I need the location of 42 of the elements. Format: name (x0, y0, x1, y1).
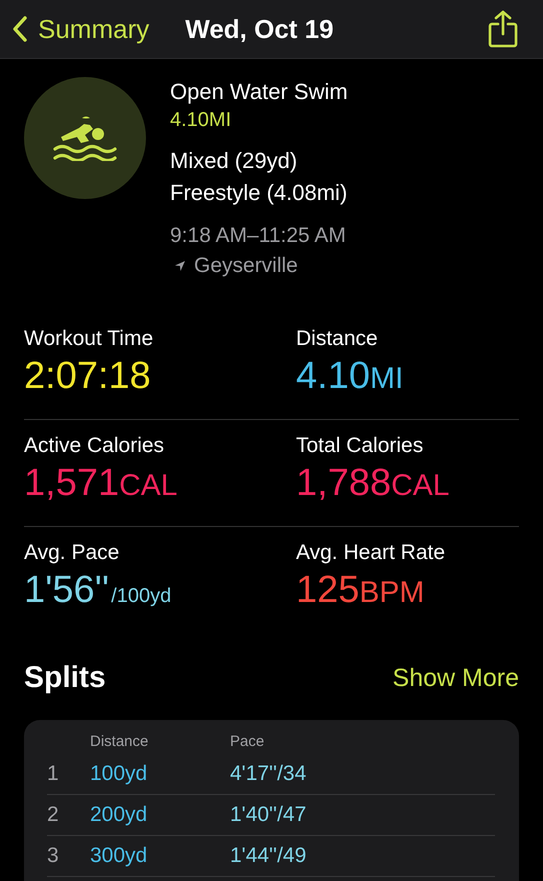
metric-label: Total Calories (296, 433, 424, 459)
metric-value: 2:07:18 (24, 354, 151, 399)
metric-unit: CAL (119, 469, 178, 503)
metric-unit: MI (370, 362, 404, 396)
back-chevron-icon (12, 15, 28, 43)
split-pace: 4'17''/34 (230, 762, 306, 786)
metric-label: Avg. Pace (24, 540, 120, 566)
split-number: 3 (47, 844, 60, 868)
workout-name: Open Water Swim (170, 78, 348, 106)
show-more-link[interactable]: Show More (392, 664, 519, 692)
column-header: Pace (230, 732, 264, 750)
split-pace: 1'40''/47 (230, 803, 306, 827)
back-button[interactable]: Summary (12, 14, 150, 44)
metric-label: Workout Time (24, 326, 154, 352)
share-icon[interactable] (487, 10, 519, 48)
stroke-detail: Freestyle (4.08mi) (170, 179, 348, 207)
metric-value: 125 (296, 568, 360, 613)
metric-unit: /100yd (111, 585, 172, 608)
metric-unit: CAL (391, 469, 450, 503)
swimmer-icon (53, 115, 117, 161)
metric-value: 1,788 (296, 461, 392, 506)
location-arrow-icon (174, 260, 186, 272)
split-distance: 300yd (90, 844, 148, 868)
column-header: Distance (90, 732, 150, 750)
metric-value: 1'56'' (24, 568, 110, 613)
split-distance: 200yd (90, 803, 148, 827)
nav-title: Wed, Oct 19 (185, 14, 335, 44)
time-range: 9:18 AM–11:25 AM (170, 223, 347, 249)
section-title: Splits (24, 661, 106, 695)
metric-label: Distance (296, 326, 379, 352)
metric-label: Active Calories (24, 433, 166, 459)
split-pace: 1'44''/49 (230, 844, 306, 868)
split-number: 1 (47, 762, 60, 786)
metric-unit: BPM (359, 576, 424, 610)
metric-value: 4.10 (296, 354, 370, 399)
workout-distance: 4.10MI (170, 108, 232, 133)
split-number: 2 (47, 803, 60, 827)
metric-label: Avg. Heart Rate (296, 540, 446, 566)
location: Geyserville (194, 253, 298, 279)
split-distance: 100yd (90, 762, 148, 786)
stroke-detail: Mixed (29yd) (170, 147, 298, 175)
metric-value: 1,571 (24, 461, 120, 506)
